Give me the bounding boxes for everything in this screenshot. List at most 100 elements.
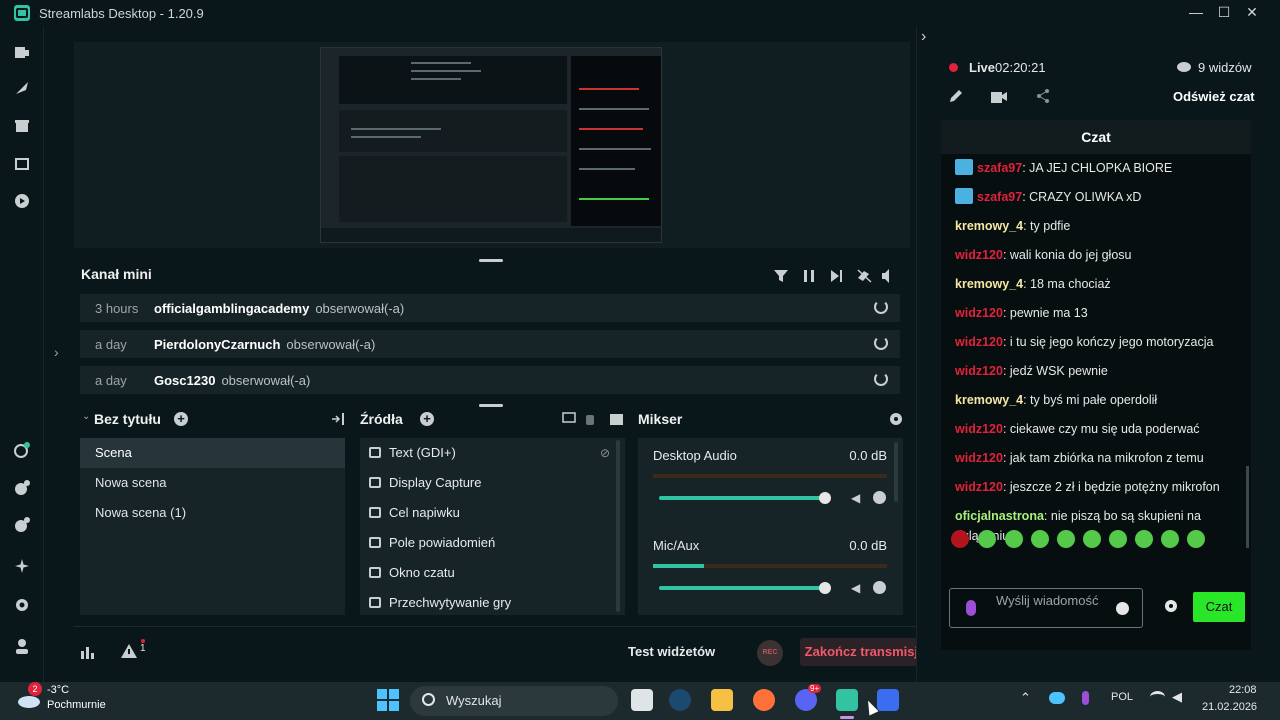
chat-username[interactable]: widz120	[955, 364, 1003, 378]
chat-username[interactable]: szafa97	[977, 190, 1022, 204]
filter-pause-skip-mute-volume-icons[interactable]	[774, 268, 894, 284]
emote-icon[interactable]	[1161, 530, 1179, 548]
chat-username[interactable]: kremowy_4	[955, 393, 1023, 407]
emote-icon[interactable]	[951, 530, 969, 548]
profile-icon[interactable]	[13, 637, 31, 655]
dock-resize-handle[interactable]	[479, 404, 503, 407]
emote-icon[interactable]	[1135, 530, 1153, 548]
replay-icon[interactable]	[874, 372, 888, 386]
chat-username[interactable]: widz120	[955, 306, 1003, 320]
minimize-button[interactable]: —	[1186, 4, 1206, 20]
chat-username[interactable]: widz120	[955, 422, 1003, 436]
stream-preview[interactable]	[74, 42, 910, 248]
stats-icon[interactable]	[80, 645, 94, 659]
chat-scrollbar[interactable]	[1246, 466, 1249, 548]
preview-resize-handle[interactable]	[479, 259, 503, 262]
tray-overflow-chevron-icon[interactable]: ⌃	[1020, 690, 1031, 706]
event-user[interactable]: officialgamblingacademy	[154, 301, 309, 316]
chat-input[interactable]: Wyślij wiadomość	[949, 588, 1143, 628]
streamlabs-taskbar-icon[interactable]	[836, 689, 858, 711]
source-item[interactable]: Cel napiwku	[360, 498, 610, 528]
emote-icon[interactable]	[1187, 530, 1205, 548]
tray-microphone-icon[interactable]	[1082, 691, 1089, 705]
scene-item[interactable]: Nowa scena (1)	[80, 498, 345, 528]
add-scene-icon[interactable]: +	[174, 412, 188, 426]
source-item[interactable]: Przechwytywanie gry	[360, 588, 610, 618]
test-widgets-button[interactable]: Test widżetów	[628, 644, 715, 659]
replay-icon[interactable]	[874, 300, 888, 314]
volume-slider[interactable]	[659, 492, 831, 504]
firefox-icon[interactable]	[753, 689, 775, 711]
effects-icon[interactable]	[13, 557, 31, 575]
emote-icon[interactable]	[1005, 530, 1023, 548]
chat-settings-icon[interactable]	[1164, 599, 1178, 613]
chat-username[interactable]: oficjalnastrona	[955, 509, 1044, 523]
refresh-chat-button[interactable]: Odśwież czat	[1173, 89, 1255, 104]
volume-slider-knob[interactable]	[819, 582, 831, 594]
emote-icon[interactable]	[1057, 530, 1075, 548]
chat-username[interactable]: kremowy_4	[955, 219, 1023, 233]
event-user[interactable]: PierdolonyCzarnuch	[154, 337, 280, 352]
scene-item[interactable]: Nowa scena	[80, 468, 345, 498]
transition-icon[interactable]	[331, 412, 345, 426]
app-icon[interactable]	[877, 689, 899, 711]
volume-slider-knob[interactable]	[819, 492, 831, 504]
start-menu-icon[interactable]	[377, 689, 399, 711]
chat-username[interactable]: widz120	[955, 248, 1003, 262]
source-item[interactable]: Text (GDI+) ⊘	[360, 438, 610, 468]
sources-scrollbar[interactable]	[616, 440, 620, 612]
chat-send-button[interactable]: Czat	[1193, 592, 1245, 622]
apps-icon[interactable]	[13, 479, 31, 497]
chat-username[interactable]: widz120	[955, 480, 1003, 494]
chat-username[interactable]: widz120	[955, 451, 1003, 465]
speaker-icon[interactable]: ◀	[851, 491, 860, 505]
source-item[interactable]: Okno czatu	[360, 558, 610, 588]
chat-username[interactable]: widz120	[955, 335, 1003, 349]
speaker-icon[interactable]: ◀	[851, 581, 860, 595]
close-button[interactable]: ✕	[1242, 4, 1262, 21]
alert-icon[interactable]	[120, 643, 142, 661]
settings-icon[interactable]	[13, 596, 31, 614]
share-icon[interactable]	[1035, 88, 1051, 104]
microphone-icon[interactable]	[966, 600, 976, 616]
wifi-icon[interactable]	[1150, 691, 1165, 703]
overlays-icon[interactable]	[13, 155, 31, 173]
record-button[interactable]: REC	[757, 640, 783, 666]
scene-collection-title[interactable]: Bez tytułu	[94, 411, 161, 427]
source-tools-icons[interactable]	[562, 412, 626, 426]
emote-icon[interactable]	[1083, 530, 1101, 548]
source-item[interactable]: Pole powiadomień	[360, 528, 610, 558]
add-ons-icon[interactable]	[13, 516, 31, 534]
onedrive-icon[interactable]	[1049, 692, 1065, 704]
volume-slider[interactable]	[659, 582, 831, 594]
clock-time[interactable]: 22:08	[1229, 684, 1257, 696]
chat-username[interactable]: kremowy_4	[955, 277, 1023, 291]
record-play-icon[interactable]	[13, 192, 31, 210]
task-view-icon[interactable]	[631, 689, 653, 711]
mixer-scrollbar[interactable]	[894, 442, 898, 502]
taskbar-search[interactable]: Wyszukaj	[410, 686, 618, 716]
keyboard-language[interactable]: POL	[1111, 691, 1133, 703]
themes-icon[interactable]	[13, 79, 31, 97]
visibility-off-icon[interactable]: ⊘	[600, 438, 610, 468]
clock-date[interactable]: 21.02.2026	[1202, 701, 1257, 713]
emoji-icon[interactable]	[1116, 602, 1129, 615]
emote-icon[interactable]	[1031, 530, 1049, 548]
end-stream-button[interactable]: Zakończ transmisję	[800, 638, 930, 666]
studio-icon[interactable]	[13, 43, 31, 61]
mixer-settings-icon[interactable]	[889, 412, 903, 426]
chevron-down-icon[interactable]: ⌄	[82, 411, 90, 422]
collab-icon[interactable]	[13, 441, 31, 459]
emote-icon[interactable]	[1109, 530, 1127, 548]
maximize-button[interactable]: ☐	[1214, 4, 1234, 21]
expand-left-chevron-icon[interactable]: ›	[54, 344, 59, 360]
chat-username[interactable]: szafa97	[977, 161, 1022, 175]
channel-settings-icon[interactable]	[873, 491, 886, 504]
clips-icon[interactable]	[990, 88, 1008, 104]
volume-icon[interactable]: ◀	[1172, 689, 1182, 705]
file-explorer-icon[interactable]	[711, 689, 733, 711]
emote-icon[interactable]	[978, 530, 996, 548]
source-item[interactable]: Display Capture	[360, 468, 610, 498]
collapse-chevron-icon[interactable]: ›	[921, 28, 926, 46]
replay-icon[interactable]	[874, 336, 888, 350]
